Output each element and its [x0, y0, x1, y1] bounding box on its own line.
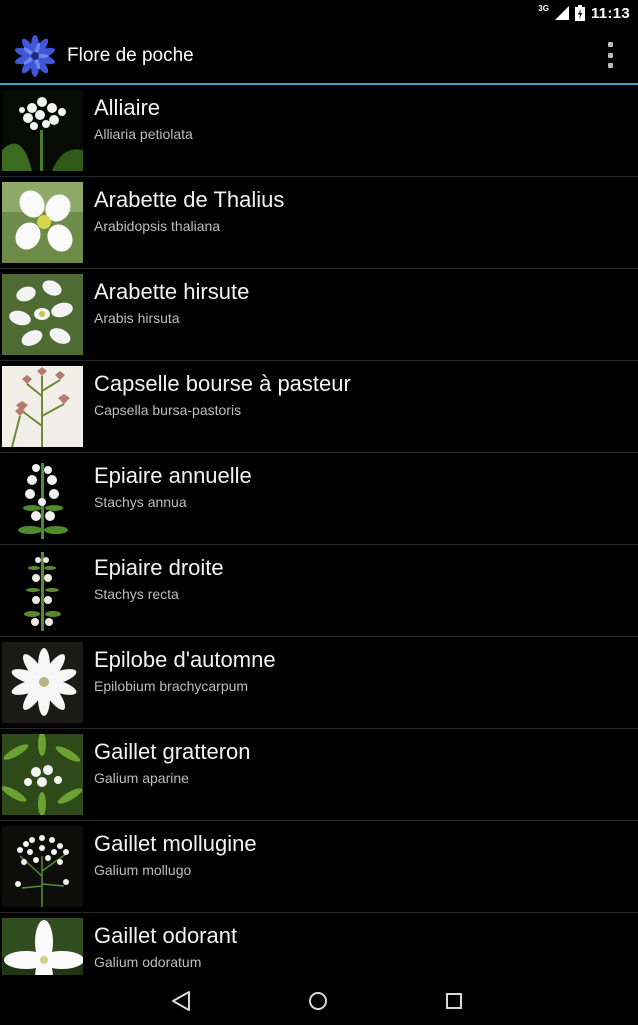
plant-photo: [2, 550, 83, 631]
status-clock: 11:13: [590, 4, 630, 22]
list-item[interactable]: Epiaire annuelle Stachys annua: [0, 453, 638, 545]
plant-photo: [2, 274, 83, 355]
plant-latin-name: Stachys annua: [94, 494, 187, 510]
plant-common-name: Gaillet odorant: [94, 923, 238, 948]
overflow-menu-icon[interactable]: [604, 42, 616, 68]
plant-latin-name: Capsella bursa-pastoris: [94, 402, 242, 418]
status-icons: 3G 11:13: [538, 2, 630, 24]
cornflower-logo-icon[interactable]: [13, 34, 57, 78]
list-item[interactable]: Gaillet odorant Galium odoratum: [0, 913, 638, 975]
list-item[interactable]: Capselle bourse à pasteur Capsella bursa…: [0, 361, 638, 453]
network-type-label: 3G: [538, 3, 549, 13]
plant-latin-name: Galium aparine: [94, 770, 189, 786]
recents-icon[interactable]: [440, 987, 468, 1015]
home-icon[interactable]: [304, 987, 332, 1015]
plant-common-name: Epilobe d'automne: [94, 647, 276, 672]
plant-common-name: Arabette hirsute: [94, 279, 250, 304]
list-item[interactable]: Arabette hirsute Arabis hirsuta: [0, 269, 638, 361]
plant-latin-name: Galium odoratum: [94, 954, 202, 970]
plant-common-name: Alliaire: [94, 95, 161, 120]
list-item[interactable]: Gaillet mollugine Galium mollugo: [0, 821, 638, 913]
battery-icon: [574, 5, 585, 21]
plant-photo: [2, 90, 83, 171]
plant-common-name: Capselle bourse à pasteur: [94, 371, 351, 396]
plant-common-name: Gaillet gratteron: [94, 739, 251, 764]
list-item[interactable]: Gaillet gratteron Galium aparine: [0, 729, 638, 821]
plant-latin-name: Stachys recta: [94, 586, 179, 602]
plant-common-name: Epiaire annuelle: [94, 463, 252, 488]
plant-photo: [2, 734, 83, 815]
plant-latin-name: Alliaria petiolata: [94, 126, 193, 142]
plant-photo: [2, 642, 83, 723]
plant-latin-name: Epilobium brachycarpum: [94, 678, 249, 694]
plant-latin-name: Galium mollugo: [94, 862, 192, 878]
list-item[interactable]: Arabette de Thalius Arabidopsis thaliana: [0, 177, 638, 269]
signal-icon: [554, 6, 569, 20]
status-bar: 3G 11:13: [0, 0, 638, 26]
plant-latin-name: Arabidopsis thaliana: [94, 218, 221, 234]
plant-common-name: Arabette de Thalius: [94, 187, 285, 212]
action-bar: Flore de poche: [0, 26, 638, 83]
plant-common-name: Gaillet mollugine: [94, 831, 257, 856]
plant-photo: [2, 182, 83, 263]
plant-list[interactable]: Alliaire Alliaria petiolata Arabette de …: [0, 85, 638, 975]
navigation-bar: [0, 975, 638, 1025]
plant-photo: [2, 458, 83, 539]
back-icon[interactable]: [167, 987, 195, 1015]
app-title: Flore de poche: [67, 45, 194, 66]
list-item[interactable]: Alliaire Alliaria petiolata: [0, 85, 638, 177]
plant-photo: [2, 918, 83, 975]
list-item[interactable]: Epiaire droite Stachys recta: [0, 545, 638, 637]
plant-latin-name: Arabis hirsuta: [94, 310, 180, 326]
plant-common-name: Epiaire droite: [94, 555, 224, 580]
plant-photo: [2, 366, 83, 447]
list-item[interactable]: Epilobe d'automne Epilobium brachycarpum: [0, 637, 638, 729]
plant-photo: [2, 826, 83, 907]
